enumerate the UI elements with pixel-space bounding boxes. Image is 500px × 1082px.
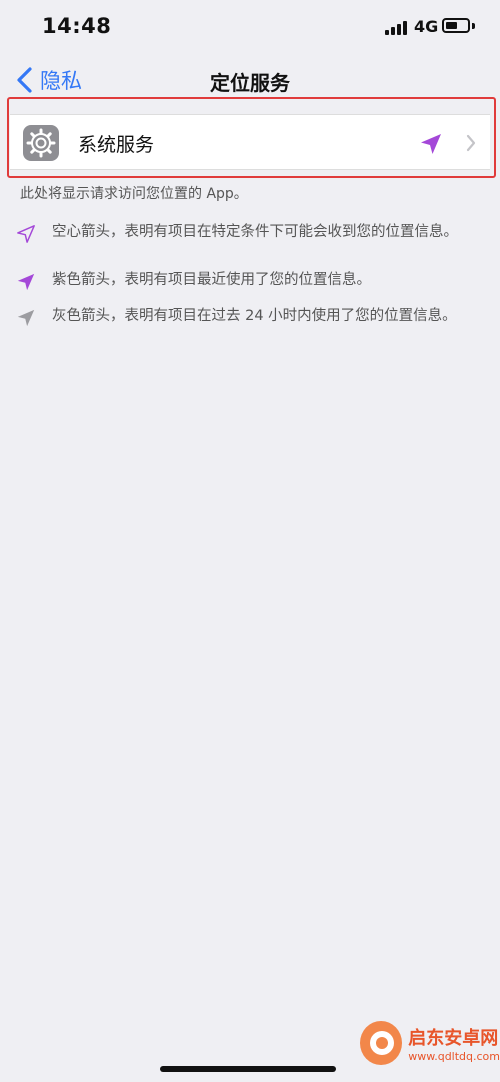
list-item-label: 系统服务	[78, 134, 155, 156]
network-type: 4G	[414, 17, 439, 36]
navigation-bar: 隐私 定位服务	[0, 56, 500, 104]
status-bar: 14:48 4G	[0, 0, 500, 56]
list-item-system-services[interactable]: 系统服务	[10, 115, 490, 171]
watermark-logo-icon	[360, 1021, 403, 1065]
legend-text: 灰色箭头，表明有项目在过去 24 小时内使用了您的位置信息。	[52, 308, 457, 324]
hollow-arrow-icon	[17, 225, 35, 243]
watermark-url: www.qdltdq.com	[408, 1049, 500, 1063]
gear-icon	[23, 125, 59, 161]
battery-icon	[442, 18, 470, 33]
battery-tip	[472, 23, 475, 29]
page-title: 定位服务	[210, 71, 290, 95]
chevron-right-icon	[466, 134, 476, 152]
status-time: 14:48	[42, 14, 112, 38]
footnote-text: 此处将显示请求访问您位置的 App。	[20, 186, 248, 202]
cellular-signal-icon	[385, 21, 409, 35]
location-services-list: 系统服务	[10, 114, 490, 170]
watermark: 启东安卓网 www.qdltdq.com	[360, 1012, 500, 1074]
purple-arrow-icon	[17, 273, 35, 291]
watermark-name: 启东安卓网	[408, 1027, 499, 1049]
legend-text: 空心箭头，表明有项目在特定条件下可能会收到您的位置信息。	[52, 224, 458, 240]
legend-text: 紫色箭头，表明有项目最近使用了您的位置信息。	[52, 272, 371, 288]
location-arrow-purple-icon	[421, 134, 441, 154]
gray-arrow-icon	[17, 309, 35, 327]
home-indicator[interactable]	[160, 1066, 336, 1072]
screen: 14:48 4G 隐私 定位服务 系统服务 此处将显示请求访问您位置的 App。…	[0, 0, 500, 1082]
watermark-text: 启东安卓网 www.qdltdq.com	[408, 1024, 500, 1063]
